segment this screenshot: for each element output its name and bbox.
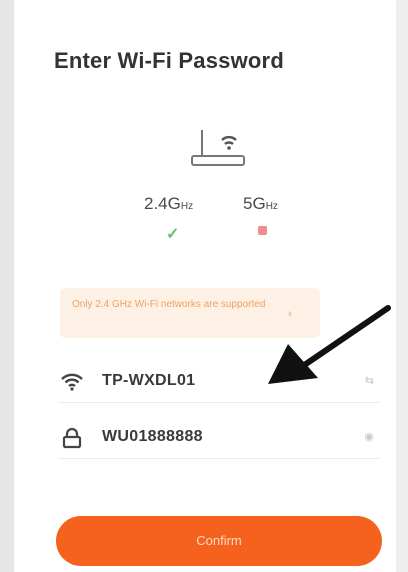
notice-text: Only 2.4 GHz Wi-Fi networks are supporte… — [72, 299, 266, 310]
band-24ghz-label: 2.4GHz — [144, 194, 193, 214]
lock-icon — [62, 427, 82, 449]
router-icon — [191, 130, 245, 166]
wifi-icon — [61, 373, 83, 391]
eye-icon[interactable]: ◉ — [364, 430, 374, 443]
wifi-password-screen: Enter Wi-Fi Password 2.4GHz 5GHz ✓ Only … — [0, 0, 408, 572]
band-24-text: 2.4G — [144, 194, 181, 213]
band-5-unit: Hz — [265, 201, 278, 212]
check-icon: ✓ — [166, 226, 180, 243]
arrow-icon — [268, 305, 391, 384]
page-title: Enter Wi-Fi Password — [54, 48, 284, 73]
confirm-button[interactable]: Confirm — [56, 516, 382, 566]
left-border — [0, 0, 14, 572]
password-value[interactable]: WU01888888 — [102, 428, 203, 446]
band-24-unit: Hz — [180, 201, 194, 212]
ssid-value[interactable]: TP-WXDL01 — [102, 372, 195, 390]
band-5ghz-label: 5GHz — [243, 194, 278, 214]
x-icon — [258, 226, 267, 235]
band-5-text: 5G — [243, 194, 266, 213]
password-field[interactable]: WU01888888 ◉ — [58, 418, 380, 459]
right-border — [396, 0, 408, 572]
